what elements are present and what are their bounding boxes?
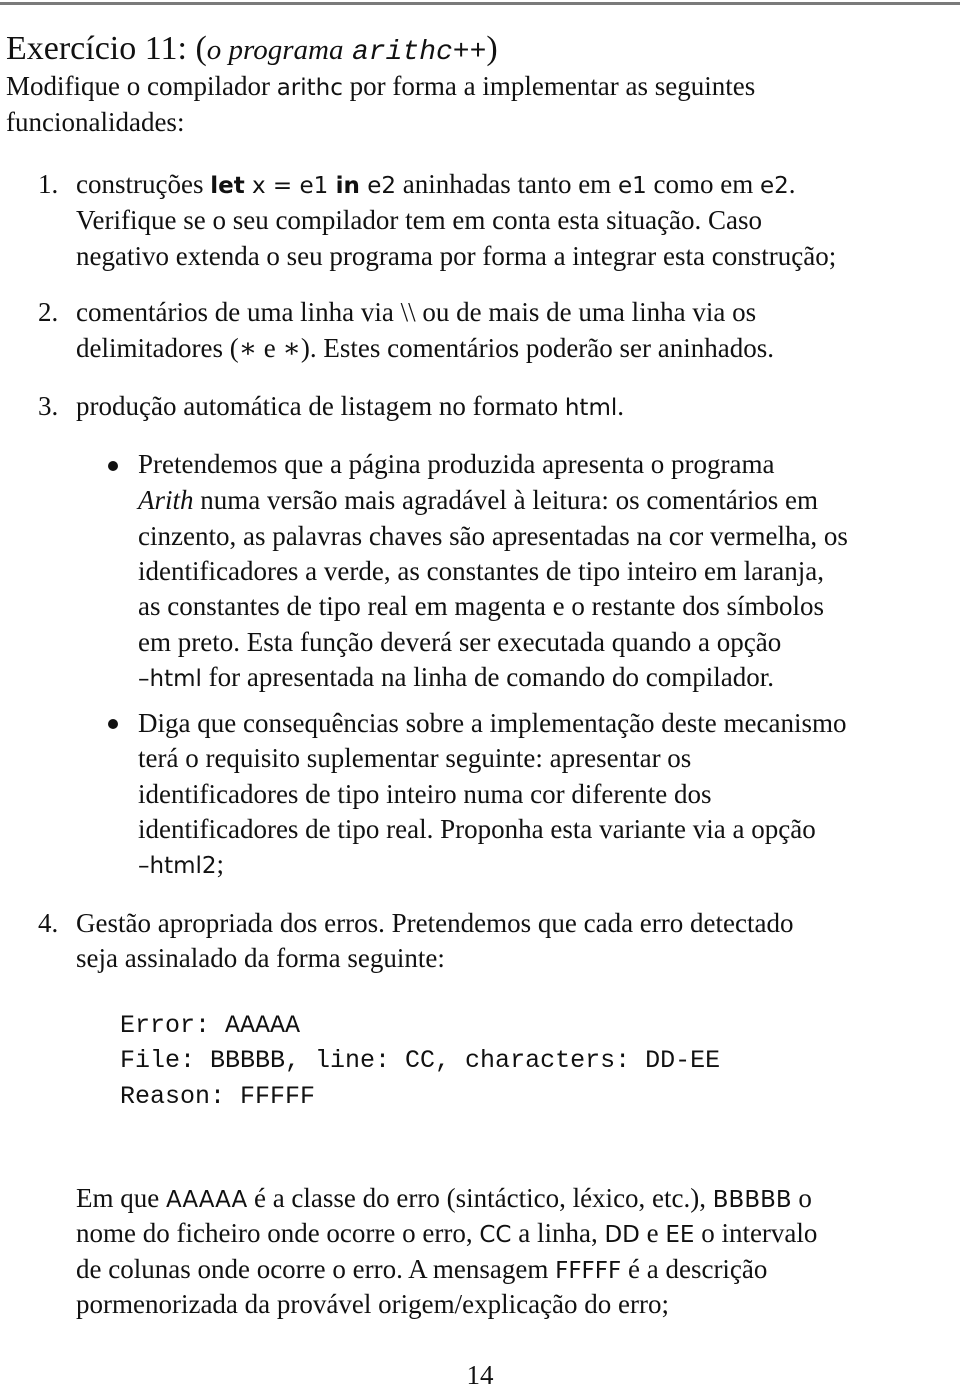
intro-line-1: Modifique o compilador arithc por forma … <box>6 71 756 101</box>
program-name: arithc++ <box>351 37 487 68</box>
item-1-line-1: construções let x = e1 in e2 aninhadas t… <box>76 169 796 199</box>
option-html2: –html2 <box>138 853 217 879</box>
bullet-icon <box>108 461 118 471</box>
item-number-3: 3. <box>38 391 59 421</box>
bullet-2-line-1: Diga que consequências sobre a implement… <box>138 708 847 738</box>
exercise-label: Exercício 11: <box>6 30 187 67</box>
bullet-2-line-3: identificadores de tipo inteiro numa cor… <box>138 779 712 809</box>
explanation-line-2: nome do ficheiro onde ocorre o erro, CC … <box>76 1218 818 1248</box>
item-1-line-3: negativo extenda o seu programa por form… <box>76 241 837 271</box>
title-paren-open: ( <box>195 30 207 67</box>
intro-line-2: funcionalidades: <box>6 107 185 137</box>
title-subtitle: o programa <box>206 34 344 66</box>
bullet-2-line-5: –html2; <box>138 849 225 879</box>
code-html: html <box>564 395 618 421</box>
error-format-line-1: Error: AAAAA <box>120 1011 301 1040</box>
option-html: –html <box>138 666 202 692</box>
top-rule <box>0 2 960 5</box>
bullet-1-line-7: –html for apresentada na linha de comand… <box>138 662 774 692</box>
item-1-line-2: Verifique se o seu compilador tem em con… <box>76 205 763 235</box>
explanation-line-3: de colunas onde ocorre o erro. A mensage… <box>76 1254 768 1284</box>
item-3-line-1: produção automática de listagem no forma… <box>76 391 624 421</box>
bullet-1-line-4: identificadores a verde, as constantes d… <box>138 556 824 586</box>
item-2-line-2: delimitadores (∗ e ∗). Estes comentários… <box>76 333 774 363</box>
bullet-1-line-5: as constantes de tipo real em magenta e … <box>138 591 825 621</box>
bullet-1-line-1: Pretendemos que a página produzida apres… <box>138 449 775 479</box>
bullet-2-line-4: identificadores de tipo real. Proponha e… <box>138 814 816 844</box>
item-2-line-1: comentários de uma linha via \\ ou de ma… <box>76 297 757 327</box>
error-format-line-3: Reason: FFFFF <box>120 1082 316 1111</box>
item-number-4: 4. <box>38 908 59 938</box>
bullet-icon <box>108 719 118 729</box>
explanation-line-1: Em que AAAAA é a classe do erro (sintáct… <box>76 1183 812 1213</box>
bullet-1-line-2: Arith numa versão mais agradável à leitu… <box>138 485 819 515</box>
item-number-1: 1. <box>38 169 59 199</box>
error-format-line-2: File: BBBBB, line: CC, characters: DD-EE <box>120 1046 721 1075</box>
code-arithc: arithc <box>276 75 343 101</box>
item-4-line-2: seja assinalado da forma seguinte: <box>76 943 445 973</box>
bullet-2-line-2: terá o requisito suplementar seguinte: a… <box>138 743 692 773</box>
page-number: 14 <box>466 1360 494 1390</box>
bullet-1-line-3: cinzento, as palavras chaves são apresen… <box>138 521 848 551</box>
keyword-in: in <box>335 173 360 199</box>
bullet-1-line-6: em preto. Esta função deverá ser executa… <box>138 627 782 657</box>
item-4-line-1: Gestão apropriada dos erros. Pretendemos… <box>76 908 794 938</box>
item-number-2: 2. <box>38 297 59 327</box>
title-paren-close: ) <box>486 30 498 67</box>
keyword-let: let <box>210 173 245 199</box>
arith-italic: Arith <box>138 485 194 515</box>
explanation-line-4: pormenorizada da provável origem/explica… <box>76 1289 669 1319</box>
